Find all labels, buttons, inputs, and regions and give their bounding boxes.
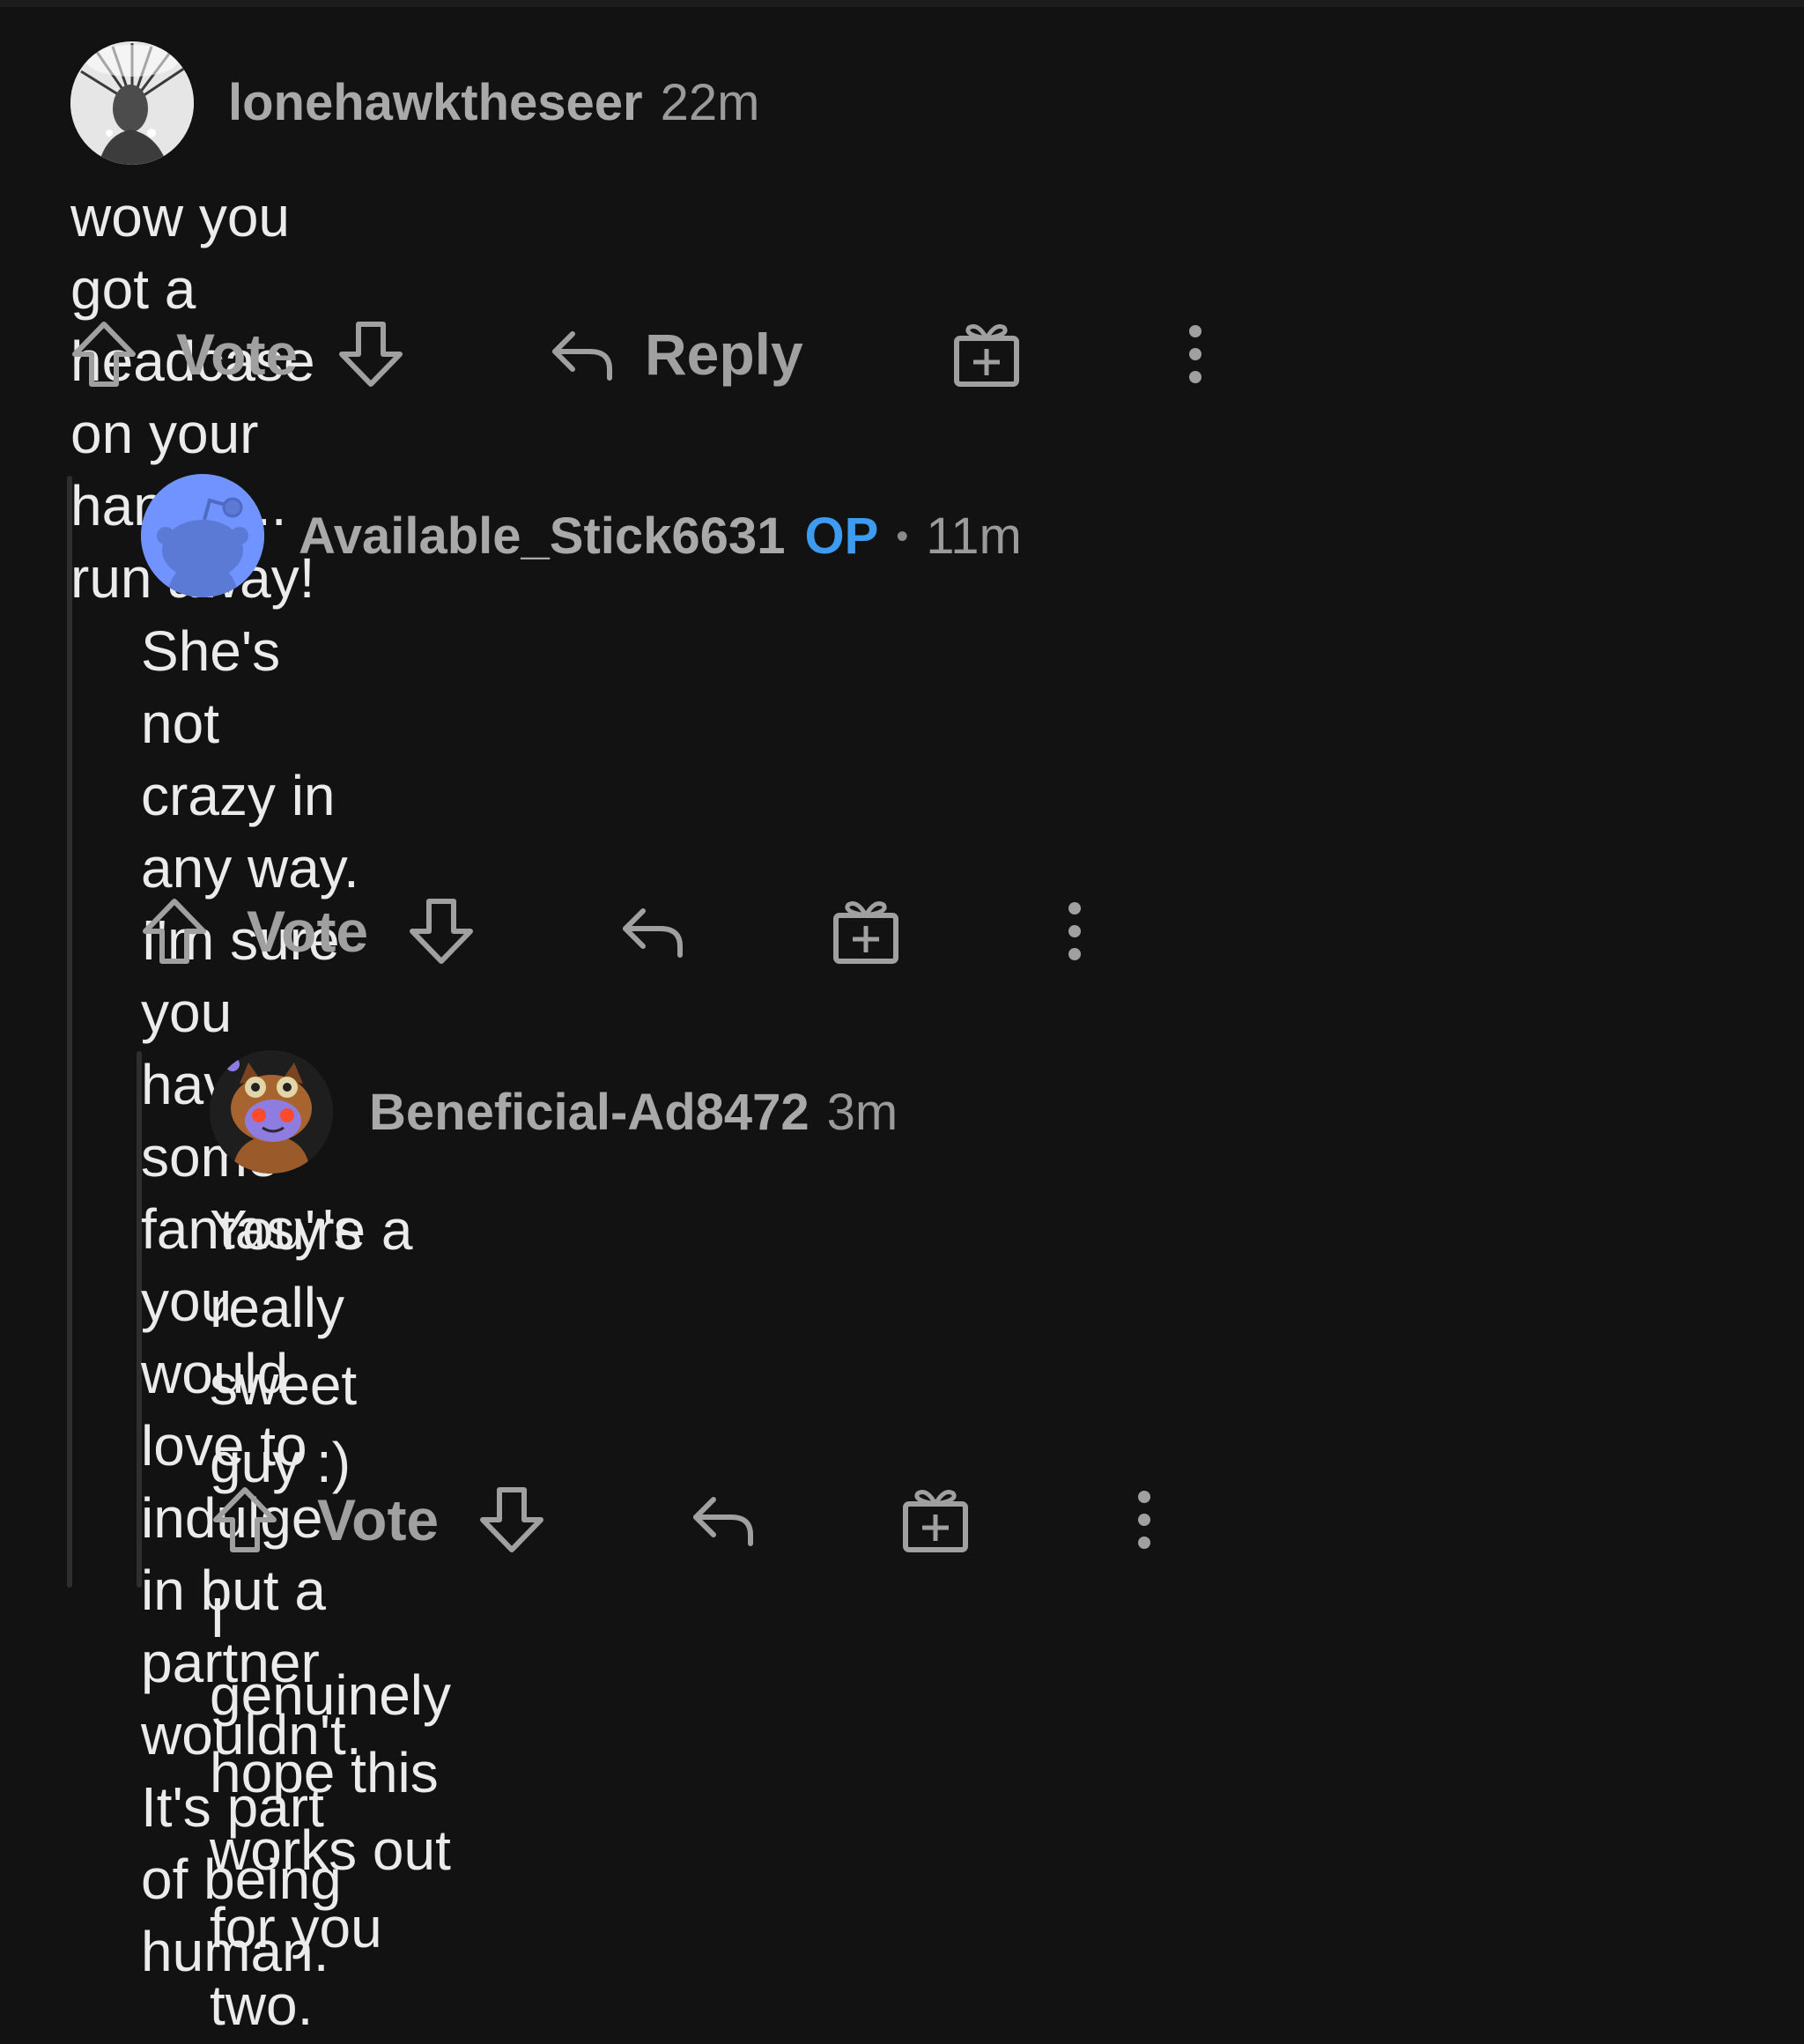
reply-button[interactable]: [618, 892, 687, 971]
upvote-button[interactable]: [211, 1480, 278, 1559]
reply-arrow-icon: [623, 908, 683, 958]
comment-actions: Vote: [141, 892, 1154, 971]
vote-score: Vote: [317, 1480, 439, 1559]
gift-award-icon: [903, 1490, 968, 1552]
upvote-arrow-icon: [213, 1487, 277, 1552]
username[interactable]: lonehawktheseer: [228, 72, 643, 134]
avatar[interactable]: [210, 1050, 333, 1174]
portrait-avatar-icon: [70, 41, 194, 165]
snoo-avatar-icon: [141, 474, 264, 597]
award-button[interactable]: [900, 1480, 971, 1559]
downvote-arrow-icon: [339, 322, 403, 387]
reply-arrow-icon: [552, 331, 612, 381]
reply-button[interactable]: Reply: [548, 315, 803, 394]
more-vertical-icon: [1138, 1491, 1150, 1549]
op-badge: OP: [804, 507, 879, 565]
timestamp[interactable]: 11m: [926, 506, 1022, 567]
gift-award-icon: [954, 324, 1019, 387]
upvote-button[interactable]: [70, 315, 137, 394]
downvote-button[interactable]: [337, 315, 404, 394]
award-button[interactable]: [951, 315, 1022, 394]
thread-line-level-1[interactable]: [67, 476, 72, 1588]
more-options-button[interactable]: [1061, 892, 1088, 971]
comment-body: You're a really sweet guy :) I genuinely…: [210, 1198, 451, 2037]
avatar[interactable]: [141, 474, 264, 597]
downvote-arrow-icon: [410, 899, 473, 964]
award-button[interactable]: [831, 892, 901, 971]
downvote-arrow-icon: [480, 1487, 543, 1552]
username[interactable]: Beneficial-Ad8472: [369, 1082, 810, 1144]
more-vertical-icon: [1068, 902, 1081, 960]
downvote-button[interactable]: [408, 892, 475, 971]
more-vertical-icon: [1189, 325, 1201, 383]
more-options-button[interactable]: [1131, 1480, 1157, 1559]
comment-meta: Available_Stick6631 OP • 11m: [299, 506, 1022, 567]
upvote-button[interactable]: [141, 892, 208, 971]
upvote-arrow-icon: [72, 322, 136, 387]
vote-score: Vote: [247, 892, 368, 971]
vote-label: Vote: [247, 899, 369, 964]
downvote-button[interactable]: [478, 1480, 545, 1559]
gift-award-icon: [833, 901, 898, 964]
timestamp[interactable]: 22m: [661, 72, 760, 134]
timestamp[interactable]: 3m: [827, 1082, 898, 1144]
comment-actions: Vote: [211, 1480, 1180, 1559]
reply-label: Reply: [645, 322, 803, 387]
owl-snoo-avatar-icon: [210, 1050, 333, 1174]
vote-label: Vote: [176, 322, 299, 387]
vote-label: Vote: [317, 1487, 440, 1552]
meta-separator: •: [896, 517, 909, 556]
reply-button[interactable]: [689, 1480, 758, 1559]
upvote-arrow-icon: [143, 899, 206, 964]
vote-score: Vote: [176, 315, 298, 394]
comment-meta: Beneficial-Ad8472 3m: [369, 1082, 898, 1144]
username[interactable]: Available_Stick6631: [299, 506, 785, 567]
top-edge-strip: [0, 0, 1804, 7]
reply-arrow-icon: [693, 1497, 753, 1546]
avatar[interactable]: [70, 41, 194, 165]
comment-actions: Vote Reply: [70, 315, 1260, 394]
comment-meta: lonehawktheseer 22m: [228, 72, 759, 134]
more-options-button[interactable]: [1182, 315, 1209, 394]
